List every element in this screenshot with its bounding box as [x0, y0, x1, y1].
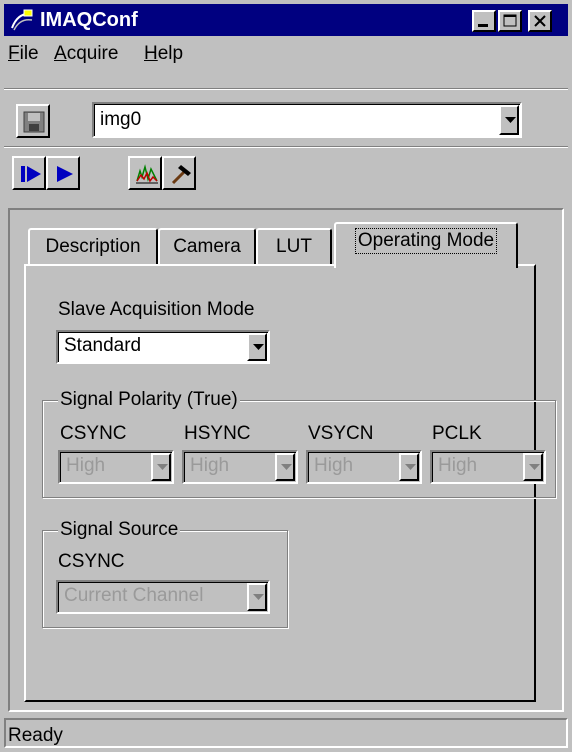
snap-icon — [21, 166, 41, 182]
vsycn-polarity-label: VSYCN — [308, 423, 374, 444]
close-icon — [534, 15, 546, 27]
save-button[interactable] — [16, 104, 50, 138]
pclk-polarity-dropdown[interactable] — [523, 453, 543, 481]
save-icon — [23, 111, 45, 133]
menu-help[interactable]: Help — [144, 42, 183, 66]
signal-source-value: Current Channel — [64, 585, 204, 606]
pclk-polarity-label: PCLK — [432, 423, 482, 444]
chevron-down-icon — [253, 344, 264, 350]
hsync-polarity-dropdown[interactable] — [275, 453, 295, 481]
title-bar[interactable]: IMAQConf — [4, 4, 568, 36]
app-icon — [10, 8, 34, 32]
hsync-polarity-combo[interactable]: High — [182, 450, 298, 484]
signal-source-title: Signal Source — [58, 518, 181, 542]
maximize-icon — [503, 14, 517, 27]
chevron-down-icon — [157, 464, 168, 470]
csync-polarity-label: CSYNC — [60, 423, 127, 444]
grab-icon — [57, 166, 73, 182]
slave-mode-dropdown[interactable] — [247, 333, 267, 361]
vsycn-polarity-dropdown[interactable] — [399, 453, 419, 481]
histogram-button[interactable] — [128, 156, 162, 190]
chevron-down-icon — [281, 464, 292, 470]
snap-button[interactable] — [12, 156, 46, 190]
slave-mode-label: Slave Acquisition Mode — [58, 299, 255, 320]
tab-description[interactable]: Description — [28, 228, 158, 266]
menu-bar: File Acquire Help — [4, 38, 568, 68]
csync-polarity-combo[interactable]: High — [58, 450, 174, 484]
menu-acquire[interactable]: Acquire — [54, 42, 118, 66]
tab-camera[interactable]: Camera — [158, 228, 256, 266]
signal-source-combo[interactable]: Current Channel — [56, 580, 270, 614]
csync-polarity-value: High — [66, 455, 106, 476]
chevron-down-icon — [405, 464, 416, 470]
tab-operating-mode[interactable]: Operating Mode — [334, 222, 518, 268]
chevron-down-icon — [505, 117, 516, 123]
slave-mode-combo[interactable]: Standard — [56, 330, 270, 364]
device-combo-value: img0 — [100, 109, 142, 130]
properties-button[interactable] — [162, 156, 196, 190]
pclk-polarity-value: High — [438, 455, 478, 476]
toolbar-divider-2 — [4, 146, 568, 148]
imaqconf-window: IMAQConf File Acquire Help img0 Descript… — [0, 0, 572, 752]
properties-icon — [171, 165, 191, 185]
vsycn-polarity-combo[interactable]: High — [306, 450, 422, 484]
csync-polarity-dropdown[interactable] — [151, 453, 171, 481]
window-title: IMAQConf — [40, 9, 138, 31]
minimize-icon — [478, 24, 488, 27]
tab-lut[interactable]: LUT — [256, 228, 332, 266]
chevron-down-icon — [253, 594, 264, 600]
slave-mode-value: Standard — [64, 335, 142, 356]
device-combo-dropdown[interactable] — [499, 105, 519, 135]
vsycn-polarity-value: High — [314, 455, 354, 476]
maximize-button[interactable] — [498, 10, 522, 32]
close-button[interactable] — [528, 10, 552, 32]
pclk-polarity-combo[interactable]: High — [430, 450, 546, 484]
grab-button[interactable] — [46, 156, 80, 190]
minimize-button[interactable] — [472, 10, 496, 32]
signal-source-csync-label: CSYNC — [58, 551, 125, 572]
status-text: Ready — [8, 725, 63, 746]
menu-file[interactable]: File — [8, 42, 39, 66]
toolbar-divider — [4, 88, 568, 90]
signal-source-dropdown[interactable] — [247, 583, 267, 611]
hsync-polarity-value: High — [190, 455, 230, 476]
device-combo[interactable]: img0 — [92, 102, 522, 138]
hsync-polarity-label: HSYNC — [184, 423, 251, 444]
status-bar: Ready — [4, 718, 568, 748]
chevron-down-icon — [529, 464, 540, 470]
histogram-icon — [136, 164, 158, 184]
signal-polarity-title: Signal Polarity (True) — [58, 388, 240, 412]
